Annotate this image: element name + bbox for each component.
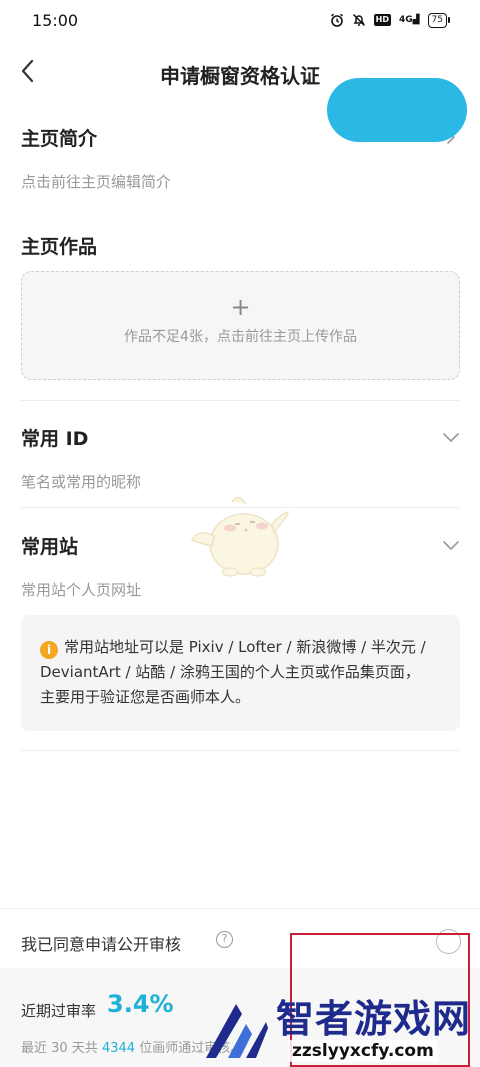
info-icon: i <box>40 641 58 659</box>
battery-icon: 75 <box>427 12 450 28</box>
agree-label: 我已同意申请公开审核 <box>21 935 182 954</box>
notice-line-1: 常用站地址可以是 Pixiv / Lofter / 新浪微博 / 半次元 / <box>64 638 426 656</box>
status-time: 15:00 <box>32 11 79 30</box>
watermark-logo-icon <box>206 1004 268 1058</box>
mascot-image <box>190 496 289 577</box>
pass-rate-value: 3.4% <box>107 990 174 1018</box>
upload-hint: 作品不足4张，点击前往主页上传作品 <box>124 329 357 345</box>
common-id-field[interactable]: 常用 ID 笔名或常用的昵称 <box>21 424 459 492</box>
hd-badge: HD <box>373 14 391 26</box>
watermark-url: zzslyyxcfy.com <box>288 1040 438 1062</box>
network-label: 4G <box>398 15 413 25</box>
notice-line-2: DeviantArt / 站酷 / 涂鸦王国的个人主页或作品集页面， <box>40 663 420 681</box>
notice-line-3: 主要用于验证您是否画师本人。 <box>40 688 251 706</box>
site-watermark: 智者游戏网 zzslyyxcfy.com <box>202 996 480 1067</box>
detail-prefix: 最近 30 天共 <box>21 1041 98 1056</box>
common-site-input[interactable]: 常用站个人页网址 <box>21 579 459 600</box>
submit-button[interactable] <box>327 78 467 142</box>
works-section: 主页作品 <box>21 232 459 259</box>
signal-icon: 4G▟ <box>398 15 420 25</box>
pass-rate-label: 近期过审率 <box>21 1002 97 1020</box>
question-icon[interactable]: ? <box>216 931 233 948</box>
notice-box: i 常用站地址可以是 Pixiv / Lofter / 新浪微博 / 半次元 / … <box>21 615 460 731</box>
chevron-down-icon[interactable] <box>443 430 459 446</box>
painter-count: 4344 <box>101 1041 136 1056</box>
status-icons: HD 4G▟ 75 <box>330 12 450 28</box>
status-bar: 15:00 HD 4G▟ 75 <box>0 0 480 42</box>
watermark-title: 智者游戏网 <box>276 997 472 1041</box>
plus-icon: + <box>230 293 251 321</box>
alarm-icon <box>330 13 343 27</box>
chevron-down-icon[interactable] <box>443 538 459 554</box>
divider <box>21 750 459 751</box>
works-title: 主页作品 <box>21 236 98 258</box>
notice-text: i 常用站地址可以是 Pixiv / Lofter / 新浪微博 / 半次元 / … <box>40 635 444 710</box>
divider <box>21 400 459 401</box>
battery-level: 75 <box>427 12 447 28</box>
profile-intro-hint: 点击前往主页编辑简介 <box>21 173 172 191</box>
upload-works-box[interactable]: + 作品不足4张，点击前往主页上传作品 <box>21 271 460 380</box>
bell-off-icon <box>352 13 365 27</box>
common-id-title: 常用 ID <box>21 428 89 450</box>
